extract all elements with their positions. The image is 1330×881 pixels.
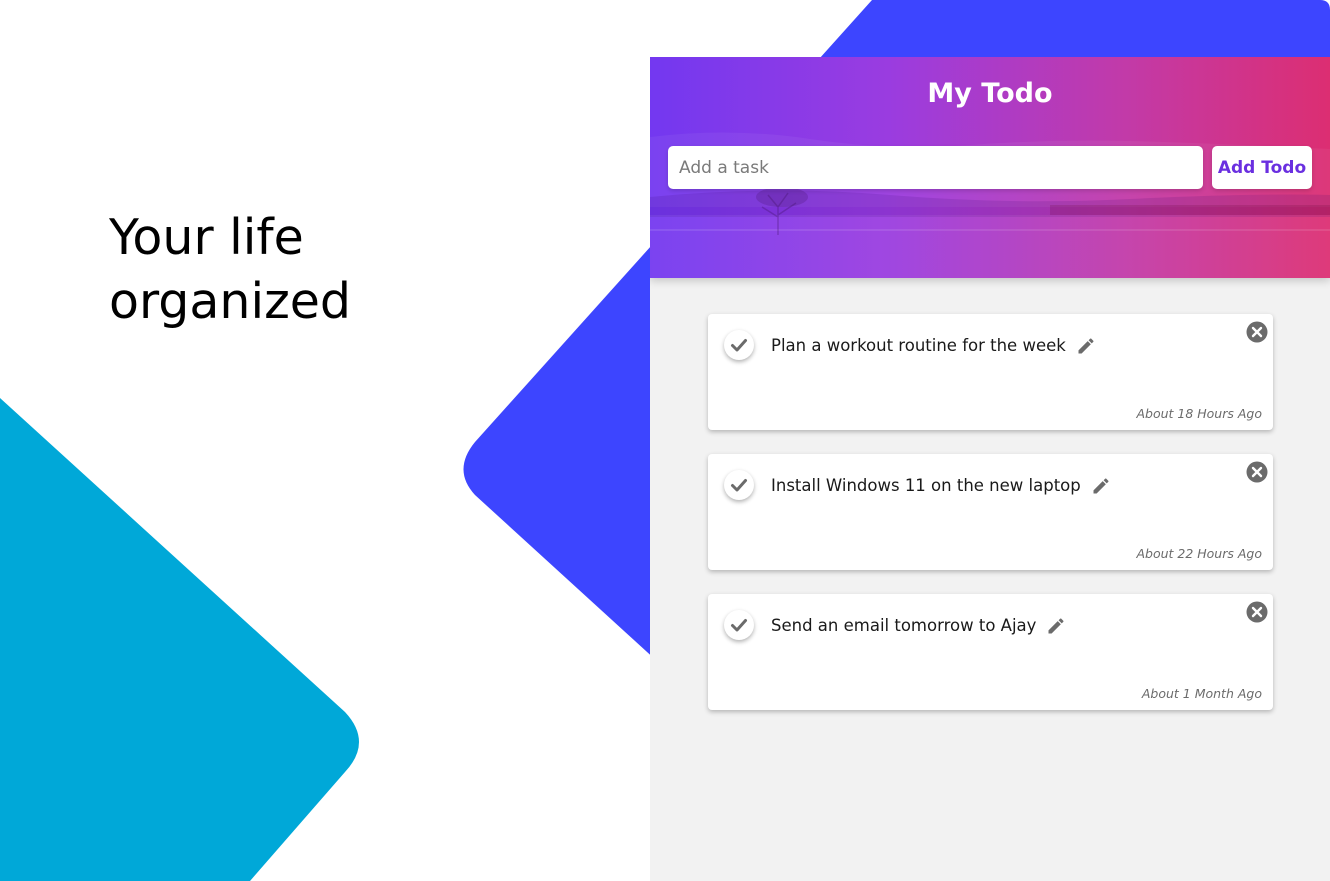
todo-item: Install Windows 11 on the new laptop Abo… bbox=[708, 454, 1273, 570]
tagline: Your life organized bbox=[109, 206, 529, 334]
pencil-icon[interactable] bbox=[1091, 476, 1111, 496]
cyan-diamond-shape bbox=[0, 398, 359, 881]
todo-timestamp: About 1 Month Ago bbox=[1141, 686, 1262, 701]
check-icon bbox=[731, 619, 747, 632]
check-icon bbox=[731, 479, 747, 492]
todo-text: Send an email tomorrow to Ajay bbox=[771, 616, 1037, 635]
app-header: My Todo Add Todo bbox=[650, 57, 1330, 278]
todo-timestamp: About 18 Hours Ago bbox=[1136, 406, 1262, 421]
complete-button[interactable] bbox=[724, 610, 754, 640]
add-todo-button[interactable]: Add Todo bbox=[1212, 146, 1312, 189]
add-task-input[interactable] bbox=[668, 146, 1203, 189]
app-title: My Todo bbox=[927, 78, 1053, 109]
complete-button[interactable] bbox=[724, 330, 754, 360]
pencil-icon[interactable] bbox=[1046, 616, 1066, 636]
todo-text: Plan a workout routine for the week bbox=[771, 336, 1066, 355]
todo-text-row: Install Windows 11 on the new laptop bbox=[771, 474, 1111, 498]
close-circle-icon[interactable] bbox=[1246, 461, 1268, 483]
todo-list: Plan a workout routine for the week Abou… bbox=[708, 314, 1273, 734]
tagline-line-2: organized bbox=[109, 273, 352, 330]
close-circle-icon[interactable] bbox=[1246, 601, 1268, 623]
todo-item: Send an email tomorrow to Ajay About 1 M… bbox=[708, 594, 1273, 710]
check-icon bbox=[731, 339, 747, 352]
page: Your life organized My Todo Add Todo bbox=[0, 0, 1330, 881]
complete-button[interactable] bbox=[724, 470, 754, 500]
close-circle-icon[interactable] bbox=[1246, 321, 1268, 343]
tagline-line-1: Your life bbox=[109, 209, 304, 266]
todo-app-panel: My Todo Add Todo Plan a workout routine … bbox=[650, 57, 1330, 881]
todo-item: Plan a workout routine for the week Abou… bbox=[708, 314, 1273, 430]
todo-text-row: Send an email tomorrow to Ajay bbox=[771, 614, 1066, 638]
todo-timestamp: About 22 Hours Ago bbox=[1136, 546, 1262, 561]
todo-text-row: Plan a workout routine for the week bbox=[771, 334, 1096, 358]
pencil-icon[interactable] bbox=[1076, 336, 1096, 356]
todo-text: Install Windows 11 on the new laptop bbox=[771, 476, 1081, 495]
